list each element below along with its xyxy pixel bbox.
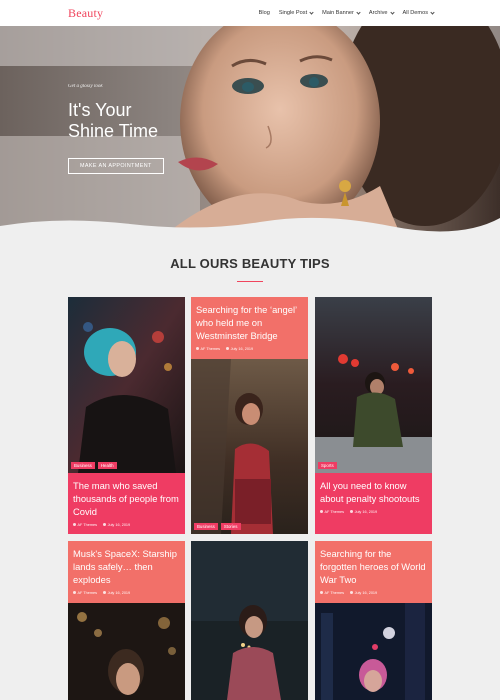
post-thumbnail (315, 603, 432, 700)
nav-label: Archive (368, 10, 388, 16)
post-thumbnail (191, 359, 308, 534)
tag-label[interactable]: Health (97, 462, 117, 469)
user-icon (73, 523, 76, 526)
chevron-down-icon (356, 9, 361, 15)
hero-tagline: Get a glossy look (68, 84, 103, 89)
post-meta: AF Themes July 16, 2019 (73, 523, 180, 527)
author-name: AF Themes (324, 510, 345, 514)
site-logo[interactable]: Beauty (68, 6, 103, 21)
post-thumbnail (68, 297, 185, 473)
date: July 16, 2019 (103, 591, 130, 595)
site-header: Beauty Blog Single Post Main Banner Arch… (0, 0, 500, 26)
clock-icon (226, 347, 230, 350)
date: July 16, 2019 (350, 510, 377, 514)
post-text: Musk's SpaceX: Starship lands safely… th… (68, 541, 185, 603)
chevron-down-icon (309, 9, 314, 15)
date-text: July 16, 2019 (354, 591, 378, 595)
author-name: AF Themes (324, 591, 345, 595)
tag-label[interactable]: Business (194, 523, 218, 530)
post-card[interactable]: Business Health The man who saved thousa… (68, 297, 185, 534)
clock-icon (103, 591, 107, 594)
author-name: AF Themes (77, 591, 98, 595)
clock-icon (350, 591, 354, 594)
section-title: ALL OURS BEAUTY TIPS (170, 256, 330, 271)
chevron-down-icon (389, 9, 395, 15)
author: AF Themes (73, 523, 97, 527)
clock-icon (103, 523, 107, 526)
date-text: July 16, 2019 (107, 523, 131, 527)
author: AF Themes (320, 510, 344, 514)
post-meta: AF Themes July 16, 2019 (320, 591, 427, 595)
section-title-underline (237, 281, 263, 282)
date-text: July 16, 2019 (354, 510, 378, 514)
date: July 16, 2019 (226, 347, 253, 351)
nav-label: All Demos (402, 10, 429, 16)
nav-item-main-banner[interactable]: Main Banner (322, 9, 361, 16)
hero-title: It's Your Shine Time (68, 100, 164, 142)
post-thumbnail (191, 541, 308, 700)
post-title[interactable]: Musk's SpaceX: Starship lands safely… th… (73, 547, 180, 586)
post-thumbnail (315, 297, 432, 473)
post-meta: AF Themes July 16, 2019 (73, 591, 180, 595)
hero-title-line: Shine Time (68, 121, 159, 141)
hero-wave-divider (0, 217, 500, 234)
post-title[interactable]: Searching for the forgotten heroes of Wo… (320, 547, 427, 586)
post-tags: Sports (318, 462, 337, 469)
nav-item-all-demos[interactable]: All Demos (402, 9, 435, 16)
user-icon (320, 591, 323, 594)
date: July 16, 2019 (103, 523, 130, 527)
post-title[interactable]: Searching for the ‘angel’ who held me on… (196, 303, 303, 342)
hero-content: Get a glossy look It's Your Shine Time M… (68, 84, 164, 174)
author: AF Themes (320, 591, 344, 595)
post-meta: AF Themes July 16, 2019 (320, 510, 427, 514)
nav-item-single-post[interactable]: Single Post (278, 9, 314, 16)
tag-label[interactable]: Business (71, 462, 95, 469)
post-text: Searching for the ‘angel’ who held me on… (191, 297, 308, 359)
hero-banner: Get a glossy look It's Your Shine Time M… (0, 26, 500, 234)
post-text: Searching for the forgotten heroes of Wo… (315, 541, 432, 603)
post-title[interactable]: All you need to know about penalty shoot… (320, 479, 427, 505)
tag-label[interactable]: Sports (318, 462, 337, 469)
author: AF Themes (73, 591, 97, 595)
clock-icon (350, 510, 354, 513)
author-name: AF Themes (200, 347, 221, 351)
post-tags: Business Health (71, 462, 117, 469)
author: AF Themes (196, 347, 220, 351)
nav-item-archive[interactable]: Archive (368, 9, 395, 16)
date-text: July 16, 2019 (230, 347, 254, 351)
make-appointment-button[interactable]: MAKE AN APPOINTMENT (68, 158, 164, 174)
date: July 16, 2019 (350, 591, 377, 595)
post-card[interactable]: Sports All you need to know about penalt… (315, 297, 432, 534)
user-icon (320, 510, 323, 513)
post-text: The man who saved thousands of people fr… (68, 473, 185, 534)
nav-label: Blog (258, 10, 270, 16)
post-card[interactable] (191, 541, 308, 700)
date-text: July 16, 2019 (107, 591, 131, 595)
tag-label[interactable]: Stories (220, 523, 241, 530)
post-tags: Business Stories (194, 523, 241, 530)
post-card[interactable]: Musk's SpaceX: Starship lands safely… th… (68, 541, 185, 700)
nav-label: Main Banner (322, 10, 354, 16)
main-nav: Blog Single Post Main Banner Archive All… (259, 9, 435, 16)
post-card[interactable]: Searching for the forgotten heroes of Wo… (315, 541, 432, 700)
hero-title-line: It's Your (68, 100, 132, 120)
nav-label: Single Post (278, 10, 308, 16)
post-card[interactable]: Searching for the ‘angel’ who held me on… (191, 297, 308, 534)
post-meta: AF Themes July 16, 2019 (196, 347, 303, 351)
post-text: All you need to know about penalty shoot… (315, 473, 432, 534)
author-name: AF Themes (77, 523, 98, 527)
user-icon (196, 347, 199, 350)
chevron-down-icon (430, 9, 435, 15)
user-icon (73, 591, 76, 594)
post-thumbnail (68, 603, 185, 700)
post-title[interactable]: The man who saved thousands of people fr… (73, 479, 180, 518)
nav-item-blog[interactable]: Blog (259, 10, 270, 16)
